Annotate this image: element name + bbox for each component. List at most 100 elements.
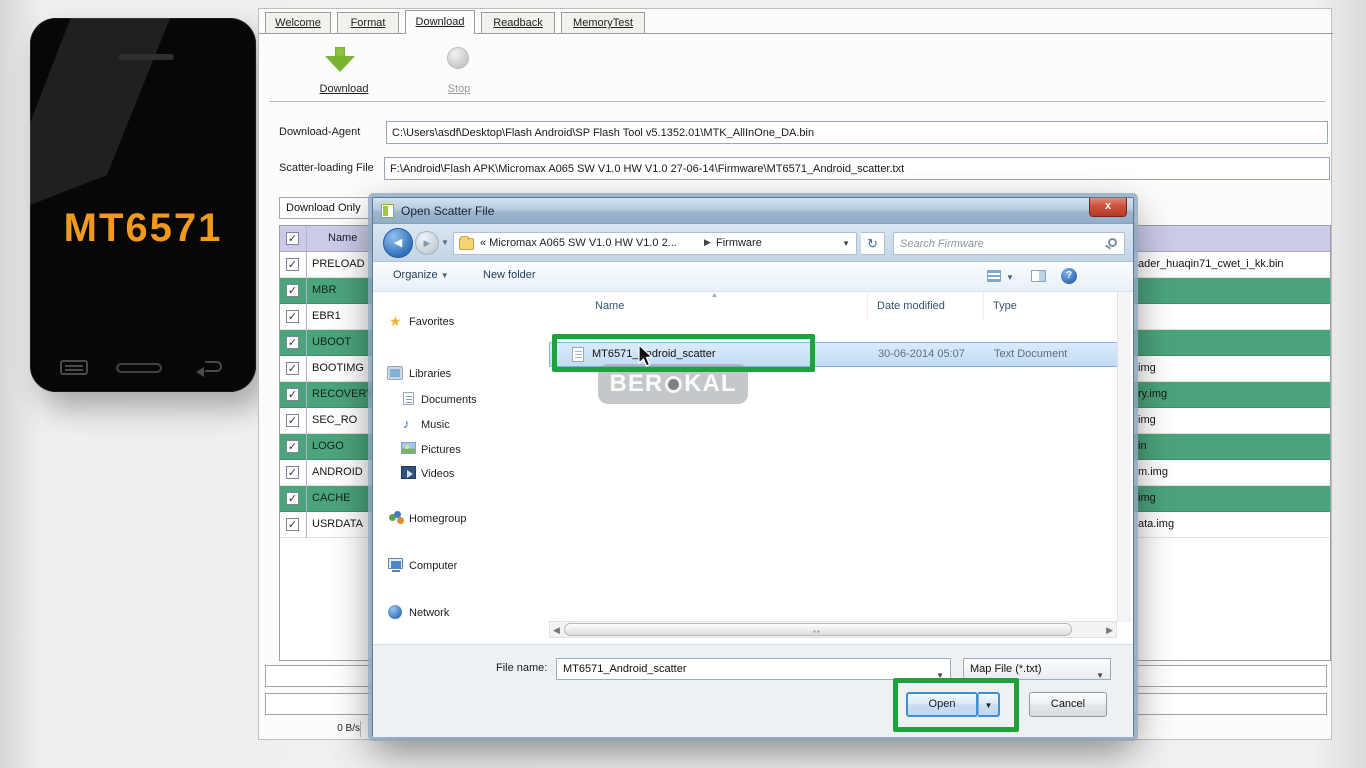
annotation-box-file — [552, 334, 815, 372]
change-view-caret-icon[interactable]: ▼ — [1006, 273, 1014, 282]
column-header-name[interactable]: Name — [595, 300, 624, 312]
favorites-star-icon: ★ — [389, 314, 405, 328]
tab-format[interactable]: Format — [337, 12, 399, 33]
pictures-icon — [401, 442, 416, 454]
sidebar-item-libraries[interactable]: Libraries — [409, 368, 451, 380]
sort-caret-icon: ▲ — [711, 292, 718, 299]
scrollbar-thumb[interactable]: ▪▪ — [564, 623, 1072, 636]
tab-download[interactable]: Download — [405, 10, 475, 34]
search-input[interactable] — [900, 235, 1095, 252]
row-checkbox[interactable] — [286, 518, 299, 531]
list-vertical-scrollbar[interactable] — [1117, 292, 1131, 622]
breadcrumb-parent[interactable]: « Micromax A065 SW V1.0 HW V1.0 2... — [480, 237, 677, 249]
sidebar-item-pictures[interactable]: Pictures — [421, 444, 461, 456]
stop-icon — [447, 47, 469, 69]
stop-button[interactable]: Stop — [419, 41, 499, 99]
breadcrumb[interactable]: « Micromax A065 SW V1.0 HW V1.0 2... ▶ F… — [453, 232, 857, 255]
phone-screen-glare — [30, 18, 256, 392]
scroll-left-icon[interactable]: ◀ — [553, 625, 560, 636]
phone-mockup: MT6571 — [30, 18, 256, 392]
watermark-circle-icon — [665, 376, 682, 393]
libraries-icon — [387, 366, 403, 380]
dialog-address-bar: ◀ ▶ ▼ « Micromax A065 SW V1.0 HW V1.0 2.… — [373, 224, 1133, 262]
homegroup-icon — [389, 511, 405, 525]
row-checkbox[interactable] — [286, 284, 299, 297]
close-icon[interactable]: x — [1089, 198, 1127, 217]
change-view-icon[interactable] — [987, 270, 1001, 282]
toolbar-divider — [269, 101, 1325, 102]
open-scatter-file-dialog: Open Scatter File x ◀ ▶ ▼ « Micromax A06… — [372, 197, 1134, 737]
list-horizontal-scrollbar[interactable]: ◀ ▪▪ ▶ — [549, 621, 1117, 638]
row-checkbox[interactable] — [286, 466, 299, 479]
tab-welcome[interactable]: Welcome — [265, 12, 331, 33]
home-softkey-icon — [116, 363, 162, 373]
search-icon — [1108, 238, 1117, 247]
file-type: Text Document — [994, 348, 1067, 360]
sidebar-item-computer[interactable]: Computer — [409, 560, 457, 572]
row-checkbox[interactable] — [286, 492, 299, 505]
sidebar-item-homegroup[interactable]: Homegroup — [409, 513, 466, 525]
row-checkbox[interactable] — [286, 440, 299, 453]
name-column-header: Name — [328, 232, 357, 244]
dialog-titlebar[interactable]: Open Scatter File x — [373, 198, 1133, 224]
dialog-footer: File name: MT6571_Android_scatter ▼ Map … — [373, 644, 1133, 737]
sidebar-item-videos[interactable]: Videos — [421, 468, 454, 480]
annotation-box-open — [893, 678, 1019, 732]
dialog-icon — [381, 204, 394, 218]
refresh-icon[interactable]: ↻ — [861, 232, 885, 255]
download-agent-input[interactable] — [386, 121, 1328, 144]
forward-icon[interactable]: ▶ — [415, 231, 439, 255]
scatter-file-input[interactable] — [384, 157, 1330, 180]
preview-pane-icon[interactable] — [1031, 270, 1046, 282]
breadcrumb-dropdown-caret-icon[interactable]: ▼ — [842, 239, 850, 248]
help-icon[interactable]: ? — [1061, 268, 1077, 284]
tab-memorytest[interactable]: MemoryTest — [561, 12, 645, 33]
column-header-type[interactable]: Type — [993, 300, 1017, 312]
row-checkbox[interactable] — [286, 388, 299, 401]
file-name-label: File name: — [496, 662, 547, 674]
file-name-combo[interactable]: MT6571_Android_scatter ▼ — [556, 658, 951, 680]
sidebar-item-documents[interactable]: Documents — [421, 394, 477, 406]
scroll-right-icon[interactable]: ▶ — [1106, 625, 1113, 636]
cancel-button[interactable]: Cancel — [1029, 692, 1107, 717]
column-header-date[interactable]: Date modified — [877, 300, 945, 312]
speed-status: 0 B/s — [265, 721, 361, 737]
mouse-cursor — [638, 344, 654, 368]
search-box[interactable] — [893, 232, 1125, 255]
breadcrumb-chevron-icon: ▶ — [704, 237, 711, 248]
row-checkbox[interactable] — [286, 310, 299, 323]
phone-speaker — [118, 54, 174, 60]
organize-caret-icon: ▼ — [441, 271, 449, 280]
new-folder-button[interactable]: New folder — [483, 269, 536, 281]
organize-menu[interactable]: Organize ▼ — [393, 269, 449, 281]
network-icon — [388, 605, 402, 619]
dialog-title: Open Scatter File — [401, 204, 494, 218]
scatter-file-label: Scatter-loading File — [279, 162, 374, 174]
file-date-modified: 30-06-2014 05:07 — [878, 348, 965, 360]
download-button[interactable]: Download — [299, 41, 389, 99]
menu-softkey-icon — [60, 360, 88, 375]
row-checkbox[interactable] — [286, 258, 299, 271]
file-type-caret-icon[interactable]: ▼ — [1096, 666, 1104, 686]
tab-readback[interactable]: Readback — [481, 12, 555, 33]
select-all-checkbox[interactable] — [286, 232, 299, 245]
phone-chipset-label: MT6571 — [30, 206, 256, 251]
sidebar-item-favorites[interactable]: Favorites — [409, 316, 454, 328]
back-softkey-icon — [196, 359, 224, 376]
sidebar-item-network[interactable]: Network — [409, 607, 449, 619]
dialog-command-bar: Organize ▼ New folder ▼ ? — [373, 262, 1133, 292]
row-checkbox[interactable] — [286, 362, 299, 375]
file-type-dropdown[interactable]: Map File (*.txt) ▼ — [963, 658, 1111, 680]
row-checkbox[interactable] — [286, 336, 299, 349]
back-icon[interactable]: ◀ — [383, 228, 413, 258]
computer-icon — [388, 558, 403, 569]
videos-icon — [401, 466, 416, 479]
recent-pages-caret-icon[interactable]: ▼ — [441, 238, 449, 247]
music-icon: ♪ — [403, 417, 419, 431]
download-arrow-icon-head — [325, 56, 355, 72]
breadcrumb-current[interactable]: Firmware — [716, 237, 762, 249]
folder-icon — [459, 238, 474, 250]
row-checkbox[interactable] — [286, 414, 299, 427]
screenshot-stage: MT6571 Welcome Format Download Readback … — [0, 0, 1366, 768]
sidebar-item-music[interactable]: Music — [421, 419, 450, 431]
